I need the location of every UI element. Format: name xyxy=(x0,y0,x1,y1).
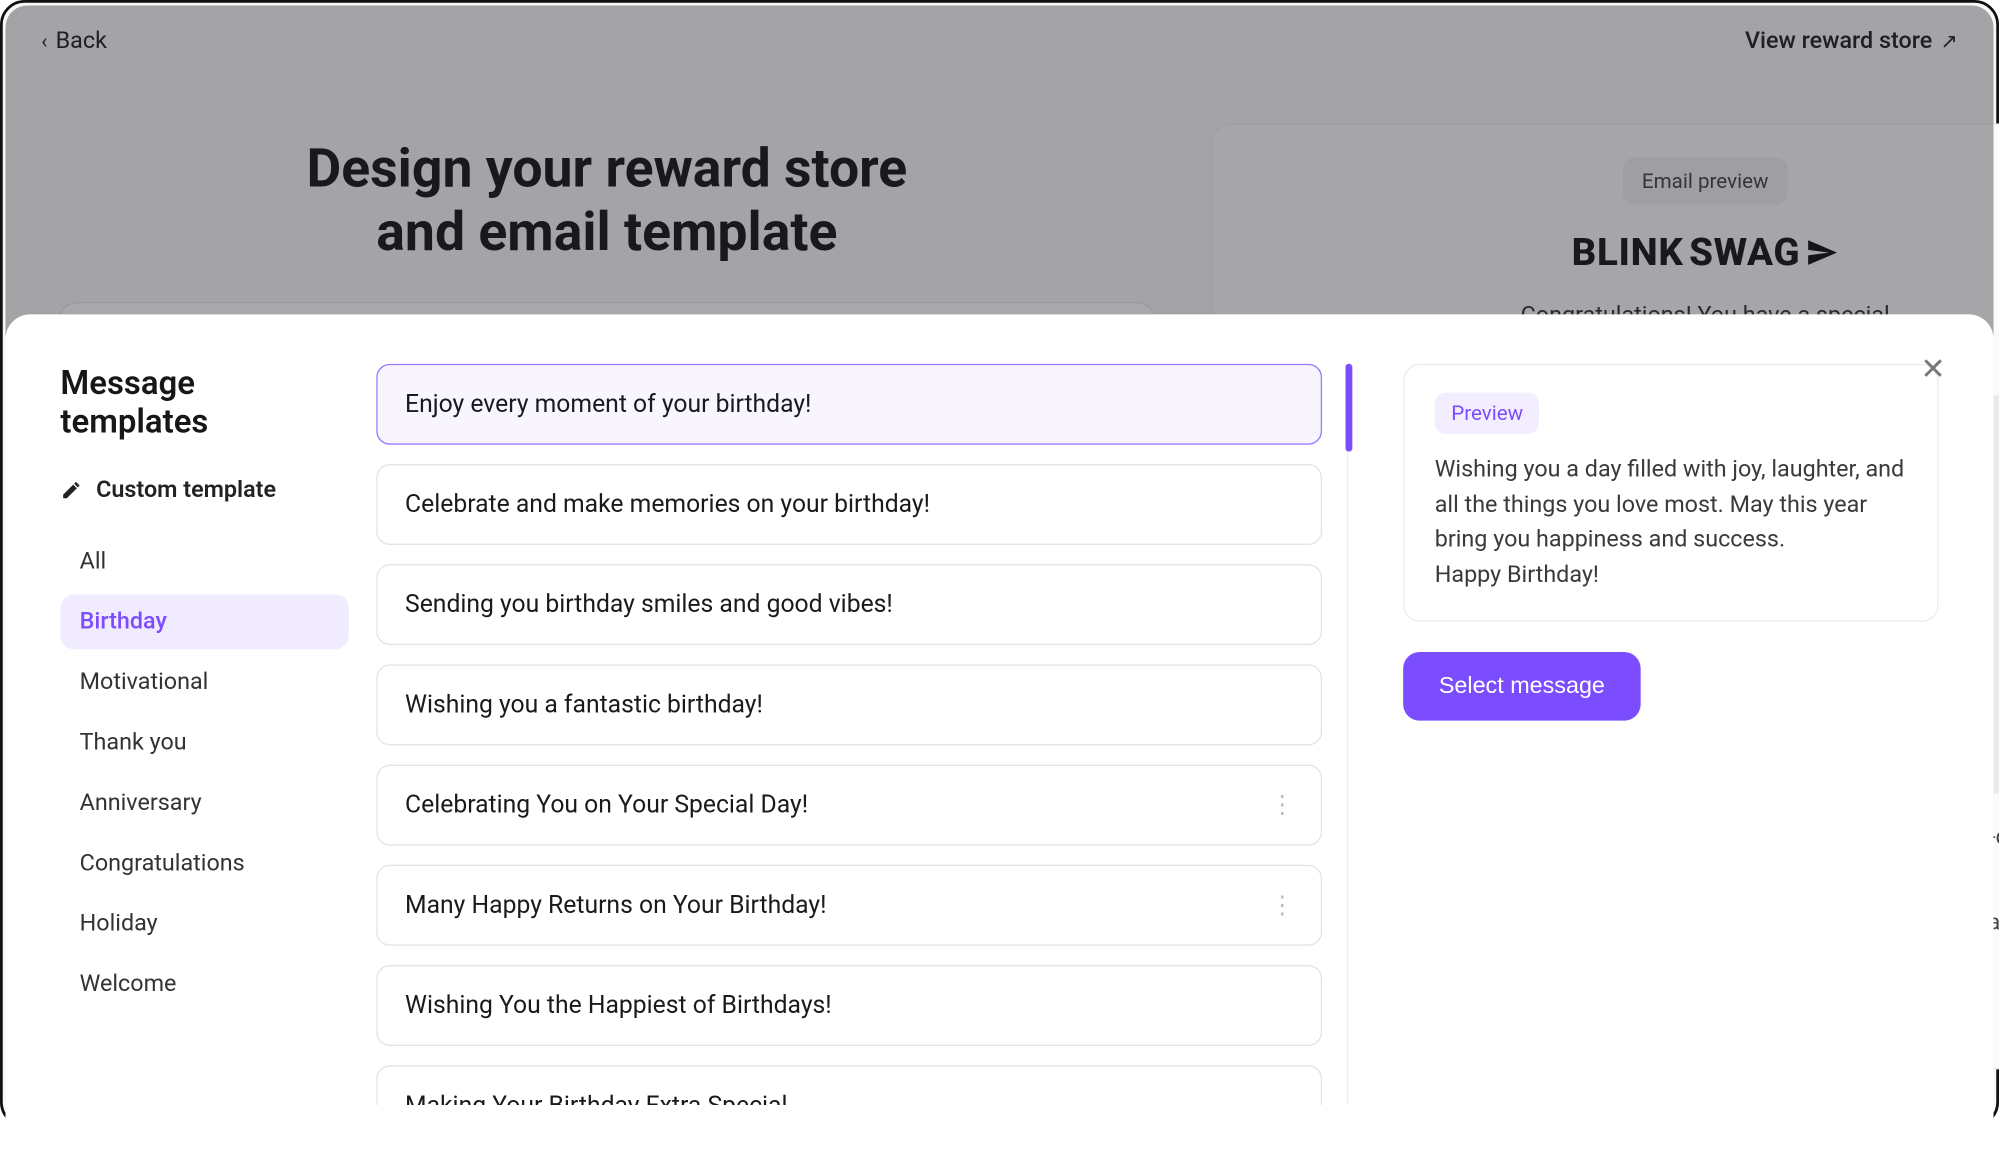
app-viewport: ‹ Back View reward store ↗ Design your r… xyxy=(0,0,1999,1127)
template-text: Many Happy Returns on Your Birthday! xyxy=(405,891,826,920)
category-item-congratulations[interactable]: Congratulations xyxy=(60,836,348,891)
modal-center: Enjoy every moment of your birthday! Cele… xyxy=(376,364,1348,1105)
close-icon[interactable]: ✕ xyxy=(1914,350,1952,388)
template-item[interactable]: Sending you birthday smiles and good vib… xyxy=(376,564,1322,645)
custom-template-label: Custom template xyxy=(96,476,276,503)
template-item[interactable]: Making Your Birthday Extra Special xyxy=(376,1065,1322,1105)
modal-overlay[interactable]: ✕ Message templates Custom template AllB… xyxy=(5,5,1993,1121)
template-item[interactable]: Enjoy every moment of your birthday! xyxy=(376,364,1322,445)
category-list: AllBirthday MotivationalThank you Annivers… xyxy=(60,534,348,1012)
category-item-motivational[interactable]: Motivational xyxy=(60,655,348,710)
template-list: Enjoy every moment of your birthday! Cele… xyxy=(376,364,1322,1105)
template-text: Wishing You the Happiest of Birthdays! xyxy=(405,991,832,1020)
preview-card: Preview Wishing you a day filled with jo… xyxy=(1403,364,1938,622)
template-text: Enjoy every moment of your birthday! xyxy=(405,390,811,419)
select-message-button[interactable]: Select message xyxy=(1403,652,1640,721)
category-item-anniversary[interactable]: Anniversary xyxy=(60,776,348,831)
more-dots-icon[interactable]: ⋮ xyxy=(1270,891,1293,920)
scrollbar-thumb[interactable] xyxy=(1345,364,1352,452)
template-item[interactable]: Wishing you a fantastic birthday! xyxy=(376,664,1322,745)
modal-title: Message templates xyxy=(60,364,348,441)
template-item[interactable]: Celebrating You on Your Special Day! ⋮ xyxy=(376,765,1322,846)
message-templates-modal: ✕ Message templates Custom template AllB… xyxy=(5,314,1993,1165)
template-text: Wishing you a fantastic birthday! xyxy=(405,690,763,719)
category-item-birthday[interactable]: Birthday xyxy=(60,594,348,649)
template-text: Making Your Birthday Extra Special xyxy=(405,1091,788,1105)
more-dots-icon[interactable]: ⋮ xyxy=(1270,791,1293,820)
preview-line-2: Happy Birthday! xyxy=(1435,561,1599,588)
template-text: Sending you birthday smiles and good vib… xyxy=(405,590,893,619)
category-item-thank-you[interactable]: Thank you xyxy=(60,715,348,770)
category-item-all[interactable]: All xyxy=(60,534,348,589)
preview-text: Wishing you a day filled with joy, laugh… xyxy=(1435,453,1907,593)
custom-template-button[interactable]: Custom template xyxy=(60,476,348,503)
template-text: Celebrating You on Your Special Day! xyxy=(405,791,808,820)
modal-right: Preview Wishing you a day filled with jo… xyxy=(1376,364,1939,1105)
preview-badge: Preview xyxy=(1435,393,1540,434)
category-item-holiday[interactable]: Holiday xyxy=(60,896,348,951)
template-item[interactable]: Wishing You the Happiest of Birthdays! xyxy=(376,965,1322,1046)
template-item[interactable]: Celebrate and make memories on your birt… xyxy=(376,464,1322,545)
template-text: Celebrate and make memories on your birt… xyxy=(405,490,930,519)
preview-line-1: Wishing you a day filled with joy, laugh… xyxy=(1435,456,1904,553)
modal-left: Message templates Custom template AllBir… xyxy=(60,364,348,1105)
category-item-welcome[interactable]: Welcome xyxy=(60,957,348,1012)
template-item[interactable]: Many Happy Returns on Your Birthday! ⋮ xyxy=(376,865,1322,946)
pencil-icon xyxy=(60,479,82,501)
